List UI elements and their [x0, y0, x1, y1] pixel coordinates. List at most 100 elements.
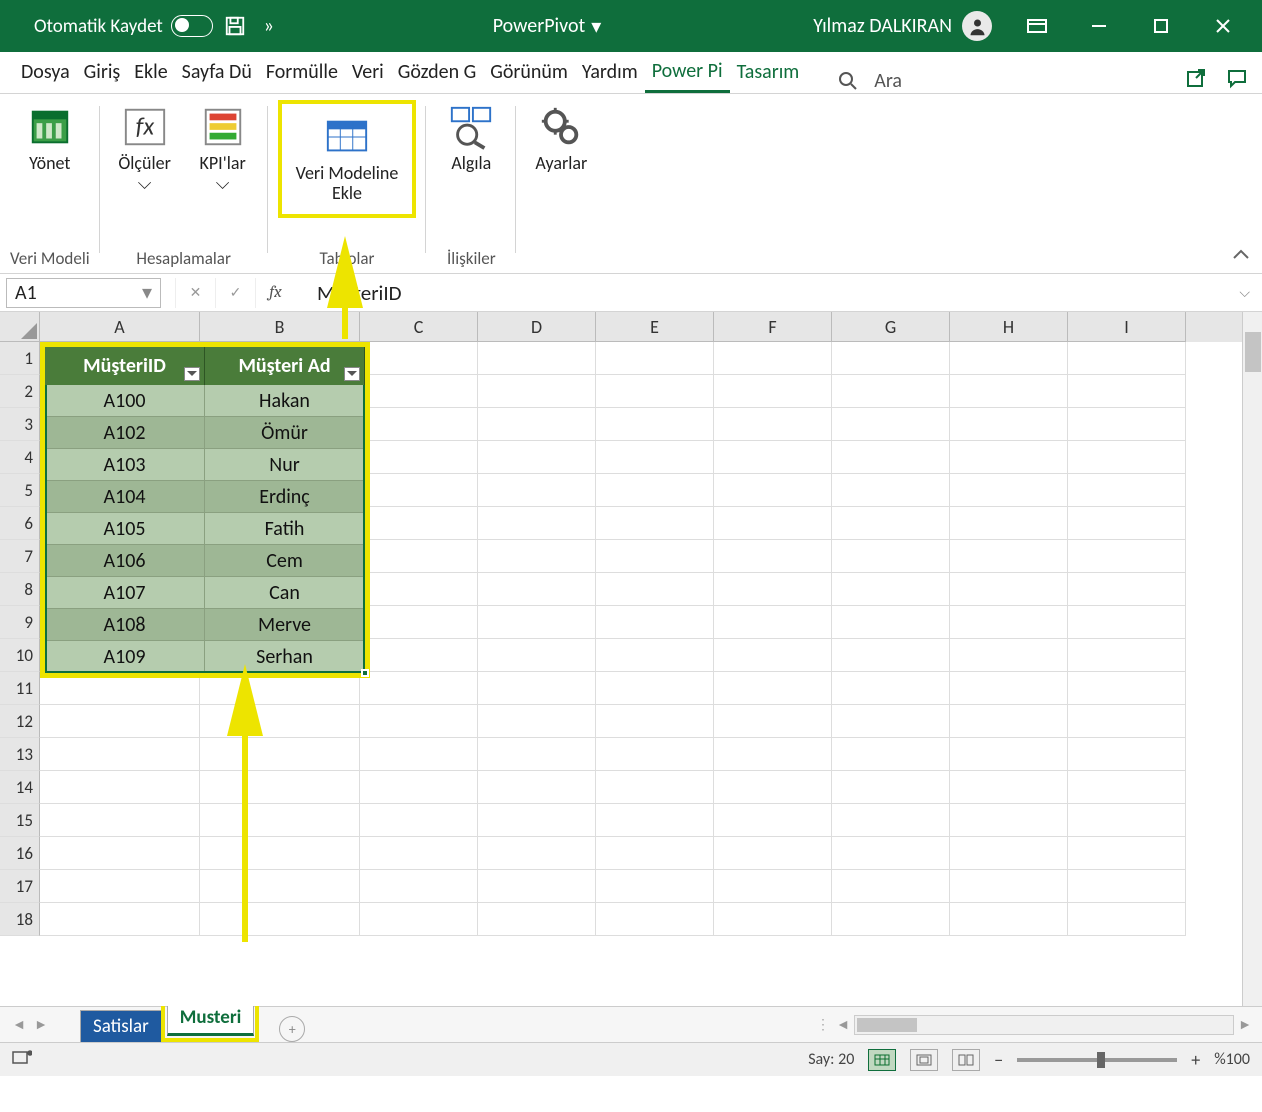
cell[interactable] [832, 474, 950, 507]
cell[interactable] [478, 606, 596, 639]
cell[interactable] [714, 408, 832, 441]
column-header[interactable]: F [714, 312, 832, 342]
manage-button[interactable]: Yönet [15, 100, 85, 178]
cell[interactable] [950, 507, 1068, 540]
cell[interactable] [596, 903, 714, 936]
cell[interactable] [1068, 573, 1186, 606]
chevron-down-icon[interactable]: ▾ [142, 280, 152, 305]
cell[interactable] [950, 639, 1068, 672]
cell[interactable] [1068, 738, 1186, 771]
cell[interactable] [596, 474, 714, 507]
cell[interactable] [478, 837, 596, 870]
cell[interactable] [950, 375, 1068, 408]
table-row[interactable]: A104Erdinç [45, 481, 365, 513]
cell[interactable] [1068, 837, 1186, 870]
cell[interactable] [950, 672, 1068, 705]
row-header[interactable]: 2 [0, 375, 40, 408]
cell[interactable] [478, 870, 596, 903]
cell[interactable] [714, 375, 832, 408]
cell[interactable] [40, 903, 200, 936]
table-header[interactable]: Müşteri Ad [205, 347, 365, 385]
cell[interactable] [478, 342, 596, 375]
cell[interactable] [714, 474, 832, 507]
table-cell[interactable]: A102 [45, 417, 205, 449]
cell[interactable] [478, 903, 596, 936]
cell[interactable] [596, 804, 714, 837]
cell[interactable] [596, 870, 714, 903]
cell[interactable] [832, 342, 950, 375]
sheet-tab-satislar[interactable]: Satislar [80, 1010, 162, 1042]
table-row[interactable]: A107Can [45, 577, 365, 609]
cell[interactable] [478, 705, 596, 738]
row-header[interactable]: 1 [0, 342, 40, 375]
cell[interactable] [360, 903, 478, 936]
sheet-nav-next-icon[interactable]: ► [30, 1014, 52, 1036]
tab-design[interactable]: Tasarım [730, 51, 807, 93]
tab-insert[interactable]: Ekle [127, 51, 174, 93]
table-cell[interactable]: Can [205, 577, 365, 609]
cell[interactable] [596, 507, 714, 540]
cell[interactable] [478, 804, 596, 837]
filter-dropdown-icon[interactable] [344, 367, 360, 381]
row-header[interactable]: 18 [0, 903, 40, 936]
cell[interactable] [950, 705, 1068, 738]
cell[interactable] [714, 870, 832, 903]
cell[interactable] [360, 705, 478, 738]
cell[interactable] [1068, 606, 1186, 639]
tab-home[interactable]: Giriş [77, 51, 128, 93]
save-icon[interactable] [223, 14, 247, 38]
cell[interactable] [832, 639, 950, 672]
cell[interactable] [596, 639, 714, 672]
cell[interactable] [596, 540, 714, 573]
cell[interactable] [950, 408, 1068, 441]
table-cell[interactable]: A104 [45, 481, 205, 513]
cell[interactable] [950, 738, 1068, 771]
cell[interactable] [1068, 507, 1186, 540]
cell[interactable] [360, 672, 478, 705]
cell[interactable] [1068, 540, 1186, 573]
ribbon-mode-icon[interactable] [1022, 11, 1052, 41]
cell[interactable] [596, 573, 714, 606]
zoom-thumb[interactable] [1097, 1052, 1105, 1068]
tab-formulas[interactable]: Formülle [259, 51, 345, 93]
cell[interactable] [1068, 474, 1186, 507]
cell[interactable] [714, 342, 832, 375]
cell[interactable] [832, 870, 950, 903]
cell[interactable] [360, 606, 478, 639]
table-row[interactable]: A105Fatih [45, 513, 365, 545]
cell[interactable] [478, 408, 596, 441]
cell[interactable] [832, 804, 950, 837]
scroll-left-icon[interactable]: ◄ [832, 1014, 854, 1036]
cell[interactable] [360, 573, 478, 606]
cell[interactable] [1068, 375, 1186, 408]
sheet-nav-prev-icon[interactable]: ◄ [8, 1014, 30, 1036]
cell[interactable] [478, 507, 596, 540]
settings-button[interactable]: Ayarlar [526, 100, 596, 178]
cell[interactable] [832, 705, 950, 738]
cell[interactable] [950, 540, 1068, 573]
cell[interactable] [832, 738, 950, 771]
tab-review[interactable]: Gözden G [391, 51, 483, 93]
cell[interactable] [40, 837, 200, 870]
expand-formula-bar-icon[interactable]: ⌵ [1227, 284, 1262, 301]
page-layout-view-icon[interactable] [910, 1049, 938, 1071]
cell[interactable] [714, 705, 832, 738]
cell[interactable] [596, 771, 714, 804]
vertical-scrollbar[interactable] [1242, 312, 1262, 1006]
tab-file[interactable]: Dosya [14, 51, 77, 93]
cell[interactable] [714, 903, 832, 936]
cell[interactable] [596, 672, 714, 705]
column-header[interactable]: I [1068, 312, 1186, 342]
fx-icon[interactable]: fx [255, 278, 295, 308]
row-header[interactable]: 9 [0, 606, 40, 639]
cell[interactable] [714, 804, 832, 837]
cell[interactable] [1068, 672, 1186, 705]
table-cell[interactable]: A107 [45, 577, 205, 609]
cell[interactable] [832, 771, 950, 804]
tell-me-search[interactable]: Ara [838, 69, 902, 93]
column-header[interactable]: E [596, 312, 714, 342]
scroll-thumb[interactable] [857, 1018, 917, 1032]
table-resize-handle[interactable] [361, 669, 369, 677]
table-cell[interactable]: A105 [45, 513, 205, 545]
cell[interactable] [950, 342, 1068, 375]
